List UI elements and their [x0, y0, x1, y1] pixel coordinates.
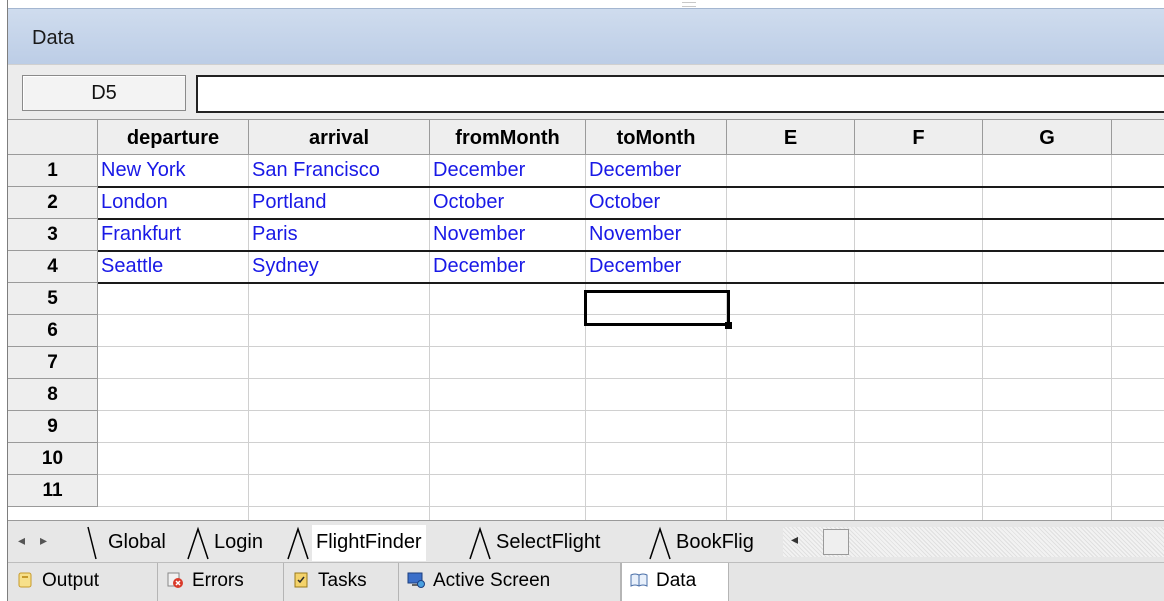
selected-cell-d5[interactable]: [584, 290, 730, 326]
pane-tab-bar: Output Errors Tasks Active Screen Data: [8, 562, 1164, 601]
cell-departure[interactable]: Seattle: [98, 251, 249, 283]
tab-edge: [87, 526, 97, 560]
column-header-overflow[interactable]: [1112, 119, 1164, 155]
grid-line: [1111, 155, 1112, 520]
column-header-c[interactable]: fromMonth: [430, 119, 586, 155]
tab-data[interactable]: Data: [621, 563, 729, 601]
output-icon: [18, 572, 32, 588]
row-separator: [98, 282, 1164, 284]
row-header-2[interactable]: 2: [8, 187, 98, 219]
tab-active-screen-label: Active Screen: [433, 570, 551, 591]
row-separator: [98, 218, 1164, 220]
tasks-icon: [294, 572, 308, 588]
grid-corner[interactable]: [8, 119, 98, 155]
tab-errors[interactable]: Errors: [158, 563, 284, 601]
column-header-d[interactable]: toMonth: [586, 119, 727, 155]
tab-scroll-right-icon[interactable]: ▸: [40, 532, 47, 549]
tab-output[interactable]: Output: [8, 563, 158, 601]
sheet-tab-global[interactable]: Global: [108, 525, 166, 561]
active-screen-icon: [407, 572, 425, 588]
cell-to-month[interactable]: November: [586, 219, 727, 251]
cell-arrival[interactable]: Sydney: [249, 251, 430, 283]
data-pane: Data D5 departure arrival fromMonth toMo…: [0, 0, 1164, 601]
grid-line: [854, 155, 855, 520]
row-header-9[interactable]: 9: [8, 411, 98, 443]
row-header-4[interactable]: 4: [8, 251, 98, 283]
formula-bar: D5: [8, 64, 1164, 120]
cell-arrival[interactable]: Portland: [249, 187, 430, 219]
grid-line: [98, 346, 1164, 347]
errors-icon: [167, 572, 183, 588]
horizontal-scrollbar[interactable]: ◂: [783, 527, 1164, 557]
cell-from-month[interactable]: October: [430, 187, 586, 219]
tab-scroll-left-icon[interactable]: ◂: [18, 532, 25, 549]
column-header-b[interactable]: arrival: [249, 119, 430, 155]
cell-arrival[interactable]: Paris: [249, 219, 430, 251]
tab-edge: [469, 526, 491, 560]
scrollbar-thumb[interactable]: [823, 529, 849, 555]
grid-line: [98, 378, 1164, 379]
tab-tasks-label: Tasks: [318, 570, 367, 591]
cell-reference-box[interactable]: D5: [22, 75, 186, 111]
grid-line: [726, 155, 727, 520]
row-header-8[interactable]: 8: [8, 379, 98, 411]
data-book-icon: [630, 573, 648, 587]
pane-left-border: [0, 0, 8, 601]
tab-active-screen[interactable]: Active Screen: [399, 563, 621, 601]
column-header-a[interactable]: departure: [98, 119, 249, 155]
cell-to-month[interactable]: December: [586, 251, 727, 283]
sheet-tab-login[interactable]: Login: [214, 525, 263, 561]
cell-departure[interactable]: Frankfurt: [98, 219, 249, 251]
column-header-e[interactable]: E: [727, 119, 855, 155]
row-header-7[interactable]: 7: [8, 347, 98, 379]
cell-from-month[interactable]: December: [430, 251, 586, 283]
cell-to-month[interactable]: December: [586, 155, 727, 187]
row-separator: [98, 186, 1164, 188]
resize-grip[interactable]: [682, 2, 696, 7]
tab-tasks[interactable]: Tasks: [284, 563, 399, 601]
pane-title-bar: Data: [8, 8, 1164, 65]
grid-line: [982, 155, 983, 520]
sheet-tab-flightfinder[interactable]: FlightFinder: [312, 525, 426, 561]
formula-input[interactable]: [196, 75, 1164, 113]
sheet-tab-selectflight[interactable]: SelectFlight: [496, 525, 601, 561]
row-header-3[interactable]: 3: [8, 219, 98, 251]
tab-data-label: Data: [656, 570, 697, 591]
cell-departure[interactable]: London: [98, 187, 249, 219]
fill-handle[interactable]: [725, 322, 732, 329]
cell-departure[interactable]: New York: [98, 155, 249, 187]
sheet-tab-bookflight[interactable]: BookFlig: [676, 525, 774, 561]
cell-to-month[interactable]: October: [586, 187, 727, 219]
tab-edge: [649, 526, 671, 560]
row-header-10[interactable]: 10: [8, 443, 98, 475]
tab-output-label: Output: [42, 570, 100, 591]
tab-errors-label: Errors: [192, 570, 244, 591]
grid-line: [429, 283, 430, 520]
cell-arrival[interactable]: San Francisco: [249, 155, 430, 187]
sheet-tab-bar: ◂ ▸ Global Login FlightFinder SelectFlig…: [8, 520, 1164, 563]
grid-line: [98, 442, 1164, 443]
cell-from-month[interactable]: December: [430, 155, 586, 187]
row-header-1[interactable]: 1: [8, 155, 98, 187]
pane-top-edge: [0, 0, 1164, 8]
cell-from-month[interactable]: November: [430, 219, 586, 251]
row-separator: [98, 250, 1164, 252]
column-header-g[interactable]: G: [983, 119, 1112, 155]
grid-line: [248, 283, 249, 520]
spreadsheet-grid: departure arrival fromMonth toMonth E F …: [8, 119, 1164, 520]
pane-title: Data: [32, 27, 75, 49]
row-header-5[interactable]: 5: [8, 283, 98, 315]
scroll-left-arrow-icon[interactable]: ◂: [791, 531, 798, 548]
column-header-f[interactable]: F: [855, 119, 983, 155]
tab-edge: [187, 526, 209, 560]
grid-line: [98, 474, 1164, 475]
row-header-11[interactable]: 11: [8, 475, 98, 507]
row-header-6[interactable]: 6: [8, 315, 98, 347]
grid-line: [98, 410, 1164, 411]
grid-line: [98, 506, 1164, 507]
